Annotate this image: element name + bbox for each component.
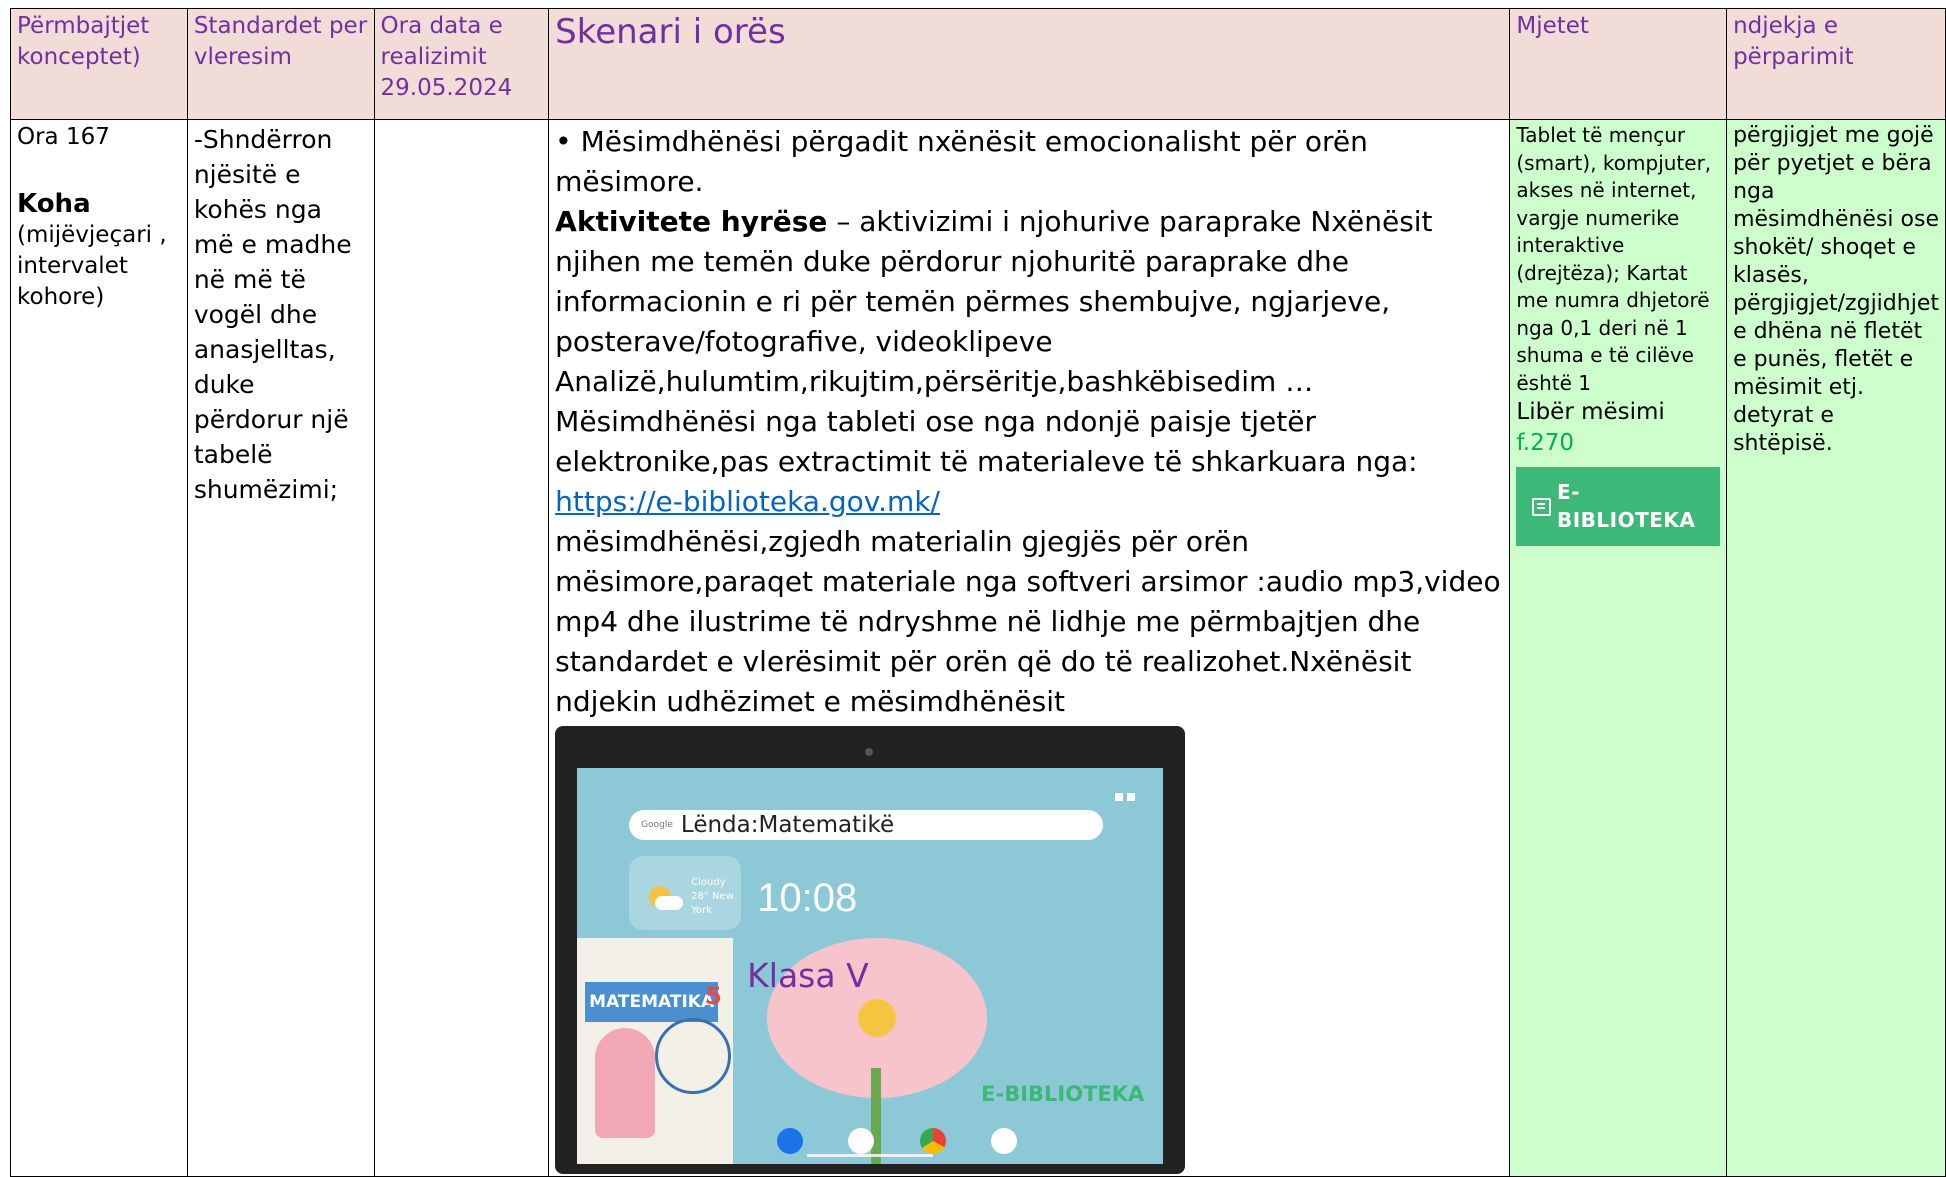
book-icon — [1532, 497, 1551, 516]
progress-cell: përgjigjet me gojë për pyetjet e bëra ng… — [1726, 119, 1946, 1177]
lesson-number: Ora 167 — [17, 124, 110, 150]
home-bar — [807, 1154, 934, 1157]
date-cell — [373, 119, 550, 1177]
scenario-intro: • Mësimdhënësi përgadit nxënësit emocion… — [555, 125, 1368, 198]
grade-label: Klasa V — [747, 956, 869, 995]
scenario-after-link: mësimdhënësi,zgjedh materialin gjegjës p… — [555, 525, 1501, 718]
activity-title: Aktivitete hyrëse — [555, 205, 828, 238]
textbook-cover: MATEMATIKA 5 — [577, 938, 734, 1164]
google-search-bar: Google Lënda:Matematikë — [629, 810, 1104, 840]
play-store-icon — [991, 1128, 1018, 1154]
header-date-value: 29.05.2024 — [380, 75, 513, 101]
girl-illustration — [595, 1028, 656, 1138]
scenario-cell: • Mësimdhënësi përgadit nxënësit emocion… — [548, 119, 1511, 1177]
content-cell: Ora 167 Koha (mijëvjeçari , intervalet k… — [10, 119, 188, 1177]
standards-cell: -Shndërron njësitë e kohës nga më e madh… — [186, 119, 375, 1177]
e-biblioteka-link[interactable]: https://e-biblioteka.gov.mk/ — [555, 485, 940, 518]
lesson-row: Ora 167 Koha (mijëvjeçari , intervalet k… — [10, 119, 1946, 1177]
tablet-image: Google Lënda:Matematikë Cloudy 28° New Y… — [555, 726, 1186, 1174]
status-bar — [1111, 772, 1155, 801]
scenario-device-text: Mësimdhënësi nga tableti ose nga ndonjë … — [555, 405, 1418, 478]
header-scenario: Skenari i orës — [548, 8, 1511, 120]
google-logo: Google — [641, 820, 673, 830]
header-progress: ndjekja e përparimit — [1726, 8, 1946, 120]
book-number: 5 — [705, 982, 722, 1010]
tools-cell: Tablet të mençur (smart), kompjuter, aks… — [1509, 119, 1728, 1177]
e-biblioteka-badge[interactable]: E-BIBLIOTEKA — [1516, 467, 1721, 546]
header-row: Përmbajtjet konceptet) Standardet per vl… — [10, 8, 1946, 120]
weather-widget: Cloudy 28° New York — [629, 856, 742, 930]
textbook-label: Libër mësimi — [1516, 399, 1665, 425]
tools-text: Tablet të mençur (smart), kompjuter, aks… — [1516, 123, 1712, 395]
topic-title: Koha — [17, 189, 91, 219]
header-content-concepts: Përmbajtjet konceptet) — [10, 8, 188, 120]
scenario-activity: Aktivitete hyrëse – aktivizimi i njohuri… — [555, 202, 1503, 362]
badge-label: E-BIBLIOTEKA — [1556, 480, 1696, 532]
network-illustration — [655, 1018, 732, 1094]
header-date: Ora data e realizimit 29.05.2024 — [373, 8, 550, 120]
launcher-icon — [777, 1128, 804, 1154]
search-text: Lënda:Matematikë — [680, 812, 895, 838]
tablet-camera — [865, 748, 874, 756]
weather-text: Cloudy 28° New York — [691, 877, 734, 916]
photos-icon — [848, 1128, 875, 1154]
app-dock — [777, 1128, 1018, 1154]
header-date-label: Ora data e realizimit — [380, 13, 503, 70]
header-tools: Mjetet — [1509, 8, 1728, 120]
chrome-icon — [919, 1128, 946, 1154]
brand-logo: E-BIBLIOTEKA — [981, 1082, 1145, 1106]
lesson-plan-table: Përmbajtjet konceptet) Standardet per vl… — [10, 8, 1946, 1177]
scenario-methods: Analizë,hulumtim,rikujtim,përsëritje,bas… — [555, 365, 1314, 398]
topic-description: (mijëvjeçari , intervalet kohore) — [17, 222, 167, 310]
book-title: MATEMATIKA — [585, 982, 719, 1022]
clock: 10:08 — [757, 876, 858, 920]
header-standards: Standardet per vleresim — [186, 8, 375, 120]
cloud-icon — [655, 896, 684, 910]
page-number: f.270 — [1516, 430, 1575, 456]
tablet-screen: Google Lënda:Matematikë Cloudy 28° New Y… — [577, 768, 1164, 1164]
